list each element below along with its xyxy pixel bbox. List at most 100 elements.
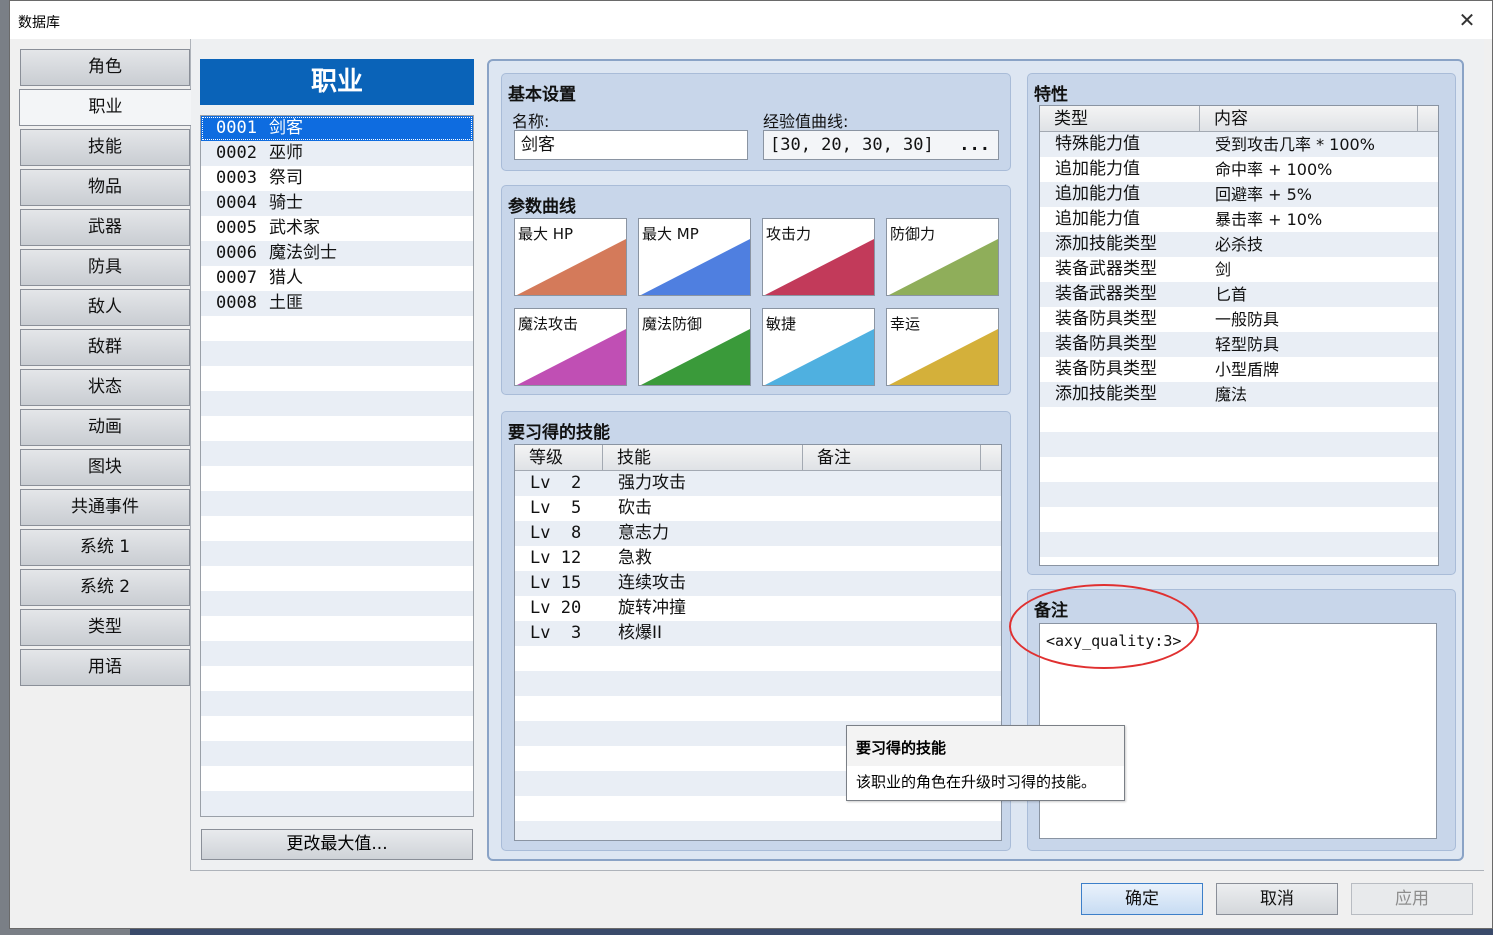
col-note[interactable]: 备注: [803, 445, 981, 471]
class-list-item[interactable]: [201, 641, 473, 666]
trait-row[interactable]: 添加技能类型 魔法: [1040, 382, 1438, 407]
trait-row[interactable]: [1040, 432, 1438, 457]
nav-item[interactable]: 职业: [19, 89, 191, 126]
class-list-item[interactable]: [201, 541, 473, 566]
nav-item[interactable]: 系统 1: [20, 529, 190, 566]
trait-row[interactable]: 装备武器类型 剑: [1040, 257, 1438, 282]
trait-row[interactable]: 添加技能类型 必杀技: [1040, 232, 1438, 257]
class-list-item[interactable]: 0005 武术家: [201, 216, 473, 241]
class-list-item[interactable]: [201, 791, 473, 816]
nav-item[interactable]: 敌群: [20, 329, 190, 366]
class-id: 0006: [216, 243, 257, 263]
skill-row[interactable]: Lv 20 旋转冲撞: [515, 596, 1001, 621]
nav-item[interactable]: 动画: [20, 409, 190, 446]
close-icon[interactable]: ✕: [1456, 9, 1478, 31]
nav-item[interactable]: 图块: [20, 449, 190, 486]
skill-row[interactable]: Lv 8 意志力: [515, 521, 1001, 546]
class-list-item[interactable]: [201, 491, 473, 516]
class-list-item[interactable]: [201, 616, 473, 641]
traits-table[interactable]: 类型 内容 特殊能力值 受到攻击几率 * 100% 追加能力值 命中率 + 100% 追…: [1039, 105, 1439, 566]
class-list-item[interactable]: [201, 441, 473, 466]
class-list-item[interactable]: 0004 骑士: [201, 191, 473, 216]
skill-row[interactable]: Lv 5 砍击: [515, 496, 1001, 521]
param-curve[interactable]: 最大 HP: [514, 218, 627, 296]
trait-row[interactable]: 特殊能力值 受到攻击几率 * 100%: [1040, 132, 1438, 157]
trait-row[interactable]: 追加能力值 回避率 + 5%: [1040, 182, 1438, 207]
class-list-item[interactable]: 0008 土匪: [201, 291, 473, 316]
trait-content: 轻型防具: [1215, 335, 1280, 354]
skill-row[interactable]: Lv 2 强力攻击: [515, 471, 1001, 496]
trait-row[interactable]: 追加能力值 命中率 + 100%: [1040, 157, 1438, 182]
skill-row[interactable]: [515, 671, 1001, 696]
trait-row[interactable]: [1040, 482, 1438, 507]
col-skill[interactable]: 技能: [603, 445, 803, 471]
cancel-button[interactable]: 取消: [1216, 883, 1338, 915]
ok-button[interactable]: 确定: [1081, 883, 1203, 915]
nav-item[interactable]: 武器: [20, 209, 190, 246]
param-curve[interactable]: 魔法攻击: [514, 308, 627, 386]
nav-item[interactable]: 系统 2: [20, 569, 190, 606]
param-curves-title: 参数曲线: [508, 197, 576, 217]
class-list-item[interactable]: 0003 祭司: [201, 166, 473, 191]
param-curve[interactable]: 攻击力: [762, 218, 875, 296]
skill-row[interactable]: [515, 821, 1001, 840]
col-content[interactable]: 内容: [1200, 106, 1418, 132]
nav-item[interactable]: 敌人: [20, 289, 190, 326]
col-type[interactable]: 类型: [1040, 106, 1200, 132]
trait-row[interactable]: 装备防具类型 一般防具: [1040, 307, 1438, 332]
nav-item[interactable]: 共通事件: [20, 489, 190, 526]
nav-item[interactable]: 用语: [20, 649, 190, 686]
class-list-item[interactable]: [201, 666, 473, 691]
apply-button[interactable]: 应用: [1351, 883, 1473, 915]
param-curve[interactable]: 最大 MP: [638, 218, 751, 296]
param-curve-label: 敏捷: [766, 315, 797, 333]
class-list-item[interactable]: [201, 691, 473, 716]
trait-row[interactable]: 装备防具类型 轻型防具: [1040, 332, 1438, 357]
name-input[interactable]: 剑客: [514, 130, 748, 160]
nav-item[interactable]: 技能: [20, 129, 190, 166]
nav-item[interactable]: 状态: [20, 369, 190, 406]
param-curve[interactable]: 防御力: [886, 218, 999, 296]
class-name: 祭司: [268, 168, 303, 188]
class-list-item[interactable]: [201, 341, 473, 366]
exp-curve-edit-button[interactable]: ...: [959, 131, 990, 159]
class-list-item[interactable]: [201, 416, 473, 441]
nav-item[interactable]: 物品: [20, 169, 190, 206]
class-list-item[interactable]: 0007 猎人: [201, 266, 473, 291]
class-list-item[interactable]: 0001 剑客: [201, 116, 473, 141]
trait-row[interactable]: [1040, 532, 1438, 557]
param-curve[interactable]: 魔法防御: [638, 308, 751, 386]
skill-row[interactable]: [515, 696, 1001, 721]
trait-row[interactable]: 追加能力值 暴击率 + 10%: [1040, 207, 1438, 232]
class-list-item[interactable]: [201, 366, 473, 391]
class-list-item[interactable]: [201, 316, 473, 341]
skill-row[interactable]: Lv 3 核爆II: [515, 621, 1001, 646]
exp-curve-field[interactable]: [30, 20, 30, 30] ...: [763, 130, 999, 160]
class-list[interactable]: 0001 剑客 0002 巫师 0003 祭司 0004 骑士 0005 武术家 0006 魔法剑士 0…: [200, 115, 474, 817]
col-level[interactable]: 等级: [515, 445, 603, 471]
param-curve[interactable]: 敏捷: [762, 308, 875, 386]
skill-row[interactable]: Lv 12 急救: [515, 546, 1001, 571]
trait-row[interactable]: [1040, 507, 1438, 532]
nav-item[interactable]: 防具: [20, 249, 190, 286]
class-list-item[interactable]: [201, 591, 473, 616]
param-curve[interactable]: 幸运: [886, 308, 999, 386]
class-list-item[interactable]: 0002 巫师: [201, 141, 473, 166]
trait-row[interactable]: [1040, 407, 1438, 432]
class-list-item[interactable]: [201, 766, 473, 791]
class-list-item[interactable]: [201, 516, 473, 541]
class-list-item[interactable]: 0006 魔法剑士: [201, 241, 473, 266]
skill-row[interactable]: [515, 646, 1001, 671]
trait-row[interactable]: 装备防具类型 小型盾牌: [1040, 357, 1438, 382]
class-list-item[interactable]: [201, 391, 473, 416]
class-list-item[interactable]: [201, 466, 473, 491]
skill-row[interactable]: Lv 15 连续攻击: [515, 571, 1001, 596]
nav-item[interactable]: 类型: [20, 609, 190, 646]
class-list-item[interactable]: [201, 741, 473, 766]
class-list-item[interactable]: [201, 716, 473, 741]
change-max-button[interactable]: 更改最大值...: [201, 829, 473, 860]
trait-row[interactable]: 装备武器类型 匕首: [1040, 282, 1438, 307]
class-list-item[interactable]: [201, 566, 473, 591]
trait-row[interactable]: [1040, 457, 1438, 482]
nav-item[interactable]: 角色: [20, 49, 190, 86]
